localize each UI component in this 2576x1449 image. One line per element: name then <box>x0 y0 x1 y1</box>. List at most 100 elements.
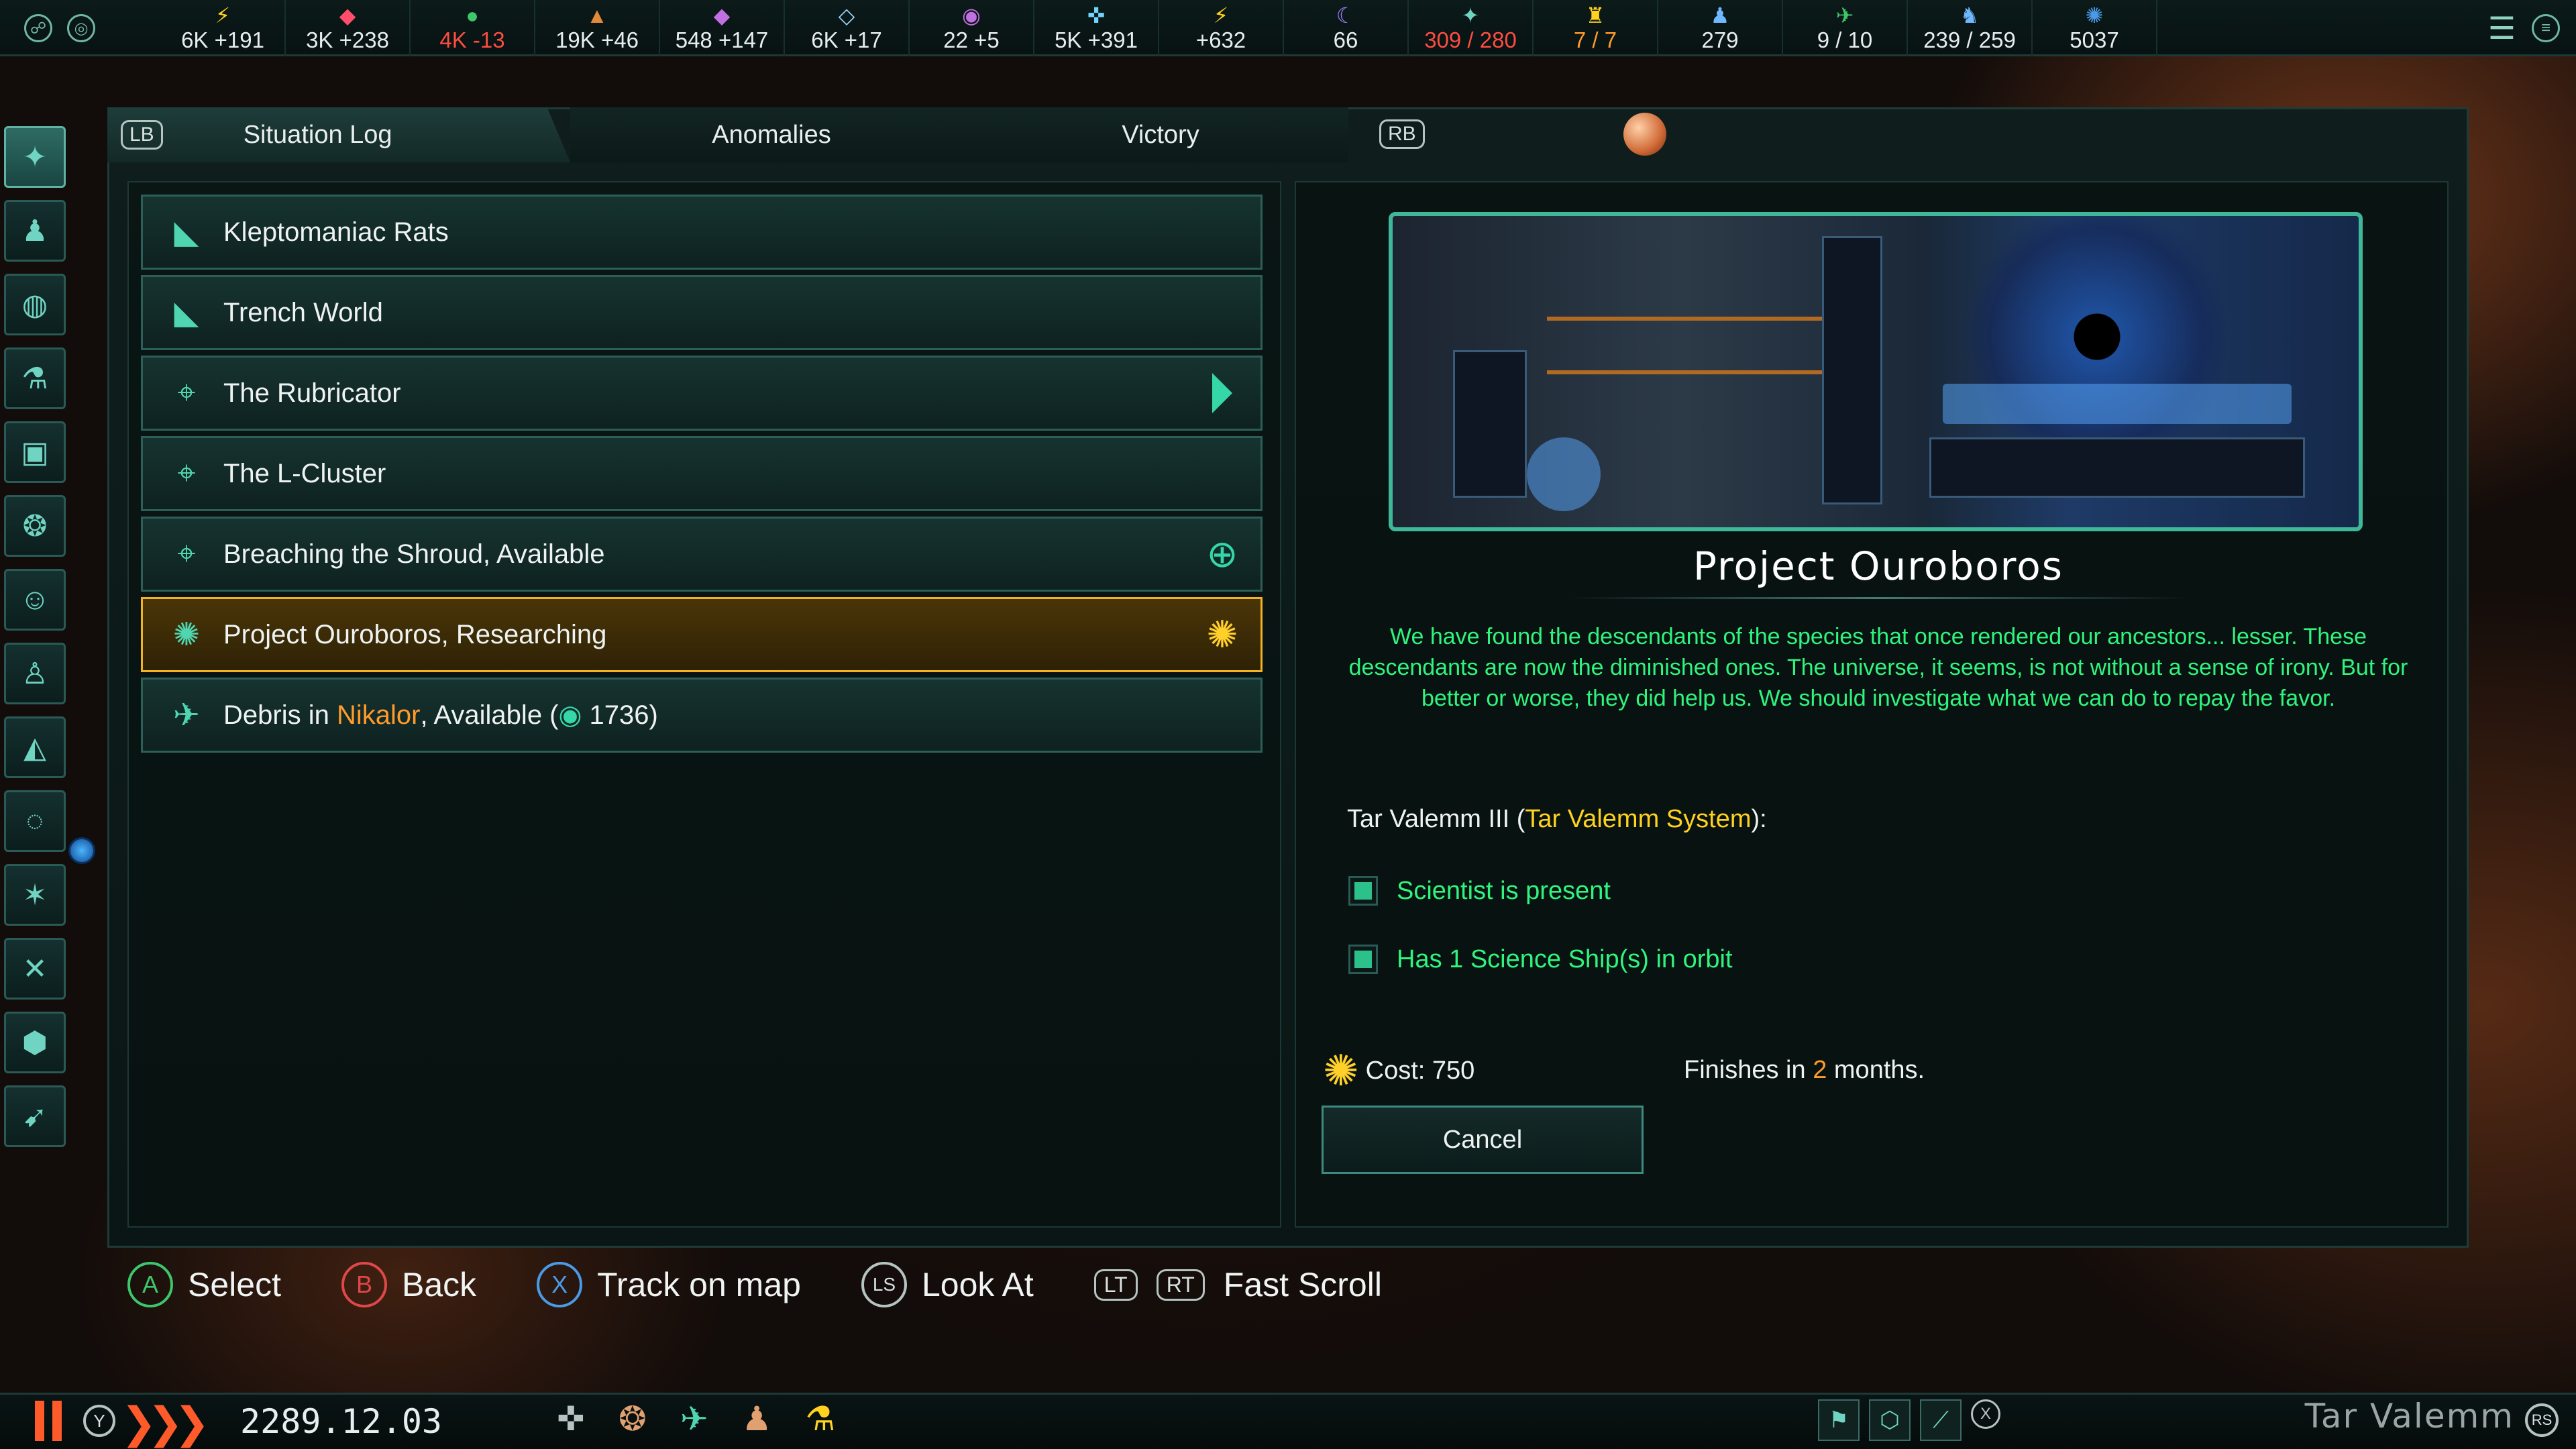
rt-badge: RT <box>1156 1269 1205 1301</box>
project-location: Tar Valemm III (Tar Valemm System): <box>1347 805 1767 834</box>
contacts-icon[interactable]: ☍ <box>24 14 52 42</box>
resource-colonies[interactable]: ♞ 239 / 259 <box>1908 0 2033 56</box>
species-icon[interactable]: ❂ <box>4 495 66 557</box>
government-icon[interactable]: ♟ <box>4 200 66 262</box>
hint-track-on-map[interactable]: X Track on map <box>537 1262 801 1307</box>
federations-icon[interactable]: ⬢ <box>4 1012 66 1073</box>
requirement-text: Scientist is present <box>1397 876 1611 905</box>
controller-hints: A Select B Back X Track on map LS Look At LT RT Fa… <box>127 1256 1442 1313</box>
research-gear-icon: ✺ <box>1206 613 1238 655</box>
resource-starbase-capacity[interactable]: ♜ 7 / 7 <box>1534 0 1658 56</box>
policies-icon[interactable]: ☺ <box>4 569 66 631</box>
resource-consumer-goods[interactable]: ▲ 19K +46 <box>535 0 660 56</box>
edict-icon[interactable]: ❂ <box>619 1399 647 1438</box>
finish-time: Finishes in 2 months. <box>1684 1056 1925 1085</box>
bottom-shortcuts: ✜ ❂ ✈ ♟ ⚗ <box>557 1399 835 1438</box>
resource-stability[interactable]: ☾ 66 <box>1284 0 1409 56</box>
resource-value: 6K +17 <box>811 28 882 52</box>
situation-title: The Rubricator <box>223 378 401 408</box>
location-paren-open: ( <box>1516 805 1525 833</box>
research-flask-icon[interactable]: ⚗ <box>806 1399 836 1438</box>
leader-icon[interactable]: ♟ <box>742 1399 772 1438</box>
hex-view-icon[interactable]: ⬡ <box>1869 1399 1911 1441</box>
traditions-icon[interactable]: ◭ <box>4 716 66 778</box>
finish-suffix: months. <box>1827 1056 1925 1084</box>
fleet-icon[interactable]: ➹ <box>4 1085 66 1147</box>
resource-amenities[interactable]: ⚡ +632 <box>1159 0 1284 56</box>
outliner-sidebar: ✦ ♟ ◍ ⚗ ▣ ❂ ☺ ♙ ◭ ◌ ✶ ✕ ⬢ ➹ <box>4 126 71 1159</box>
technology-icon[interactable]: ⚗ <box>4 347 66 409</box>
notification-dot[interactable] <box>68 837 95 864</box>
system-name-link[interactable]: Nikalor <box>337 700 420 731</box>
consumer-goods-icon: ▲ <box>586 3 608 28</box>
wars-icon[interactable]: ✕ <box>4 938 66 1000</box>
game-date: 2289.12.03 <box>240 1402 443 1441</box>
main-menu-icon[interactable]: ≡ <box>2532 14 2560 42</box>
project-illustration <box>1389 212 2363 531</box>
list-menu-icon[interactable]: ☰ <box>2488 10 2516 46</box>
hint-label: Look At <box>921 1266 1034 1303</box>
resource-envoys[interactable]: ✈ 9 / 10 <box>1783 0 1908 56</box>
resource-energy[interactable]: ⚡ 6K +191 <box>161 0 286 56</box>
resource-naval-capacity[interactable]: ✦ 309 / 280 <box>1409 0 1534 56</box>
cancel-button[interactable]: Cancel <box>1322 1106 1644 1174</box>
pause-button[interactable] <box>35 1401 62 1441</box>
resource-value: 279 <box>1701 28 1739 52</box>
hint-look-at[interactable]: LS Look At <box>861 1262 1034 1307</box>
requirement-text: Has 1 Science Ship(s) in orbit <box>1397 945 1733 973</box>
situation-list-item[interactable]: ✈ Debris in Nikalor, Available (◉ 1736) <box>141 678 1263 753</box>
scene-pillar <box>1822 236 1882 504</box>
resource-value: 239 / 259 <box>1923 28 2016 52</box>
resource-population[interactable]: ♟ 279 <box>1658 0 1783 56</box>
project-description: We have found the descendants of the spe… <box>1348 624 2408 711</box>
alloys-icon: ◆ <box>713 3 731 28</box>
title-divider <box>1570 597 2187 599</box>
location-pin-icon: ⌖ <box>177 536 196 572</box>
settings-icon[interactable]: ◎ <box>67 14 95 42</box>
game-speed-indicator[interactable]: ❯❯❯ <box>121 1398 210 1448</box>
resource-influence[interactable]: ◇ 6K +17 <box>785 0 910 56</box>
map-mode-icon[interactable]: ⚑ <box>1818 1399 1860 1441</box>
situation-log-icon[interactable]: ✦ <box>4 126 66 188</box>
planets-icon[interactable]: ◍ <box>4 274 66 335</box>
top-left-controls: ☍ ◎ <box>0 0 161 56</box>
hyperlane-icon[interactable]: ⟋ <box>1920 1399 1962 1441</box>
resource-unity[interactable]: ◉ 22 +5 <box>910 0 1034 56</box>
situation-list-item[interactable]: ⌖ Breaching the Shroud, Available ⊕ <box>141 517 1263 592</box>
resource-value: 4K -13 <box>439 28 505 52</box>
resource-food[interactable]: ● 4K -13 <box>411 0 535 56</box>
resource-minerals[interactable]: ◆ 3K +238 <box>286 0 411 56</box>
hint-back[interactable]: B Back <box>341 1262 476 1307</box>
planet-icon[interactable] <box>1623 113 1666 156</box>
dpad-icon[interactable]: ✜ <box>557 1399 585 1438</box>
resource-empire-size[interactable]: ✺ 5037 <box>2033 0 2157 56</box>
situation-list-item[interactable]: ◣ Trench World <box>141 275 1263 350</box>
science-ship-icon[interactable]: ✈ <box>680 1399 708 1438</box>
scene-robot <box>1527 437 1601 511</box>
tab-anomalies[interactable]: Anomalies <box>570 107 973 162</box>
galaxy-map-icon[interactable]: ◌ <box>4 790 66 852</box>
situation-list-item[interactable]: ⌖ The L-Cluster <box>141 436 1263 511</box>
tab-anomalies-label: Anomalies <box>712 120 831 149</box>
resource-value: 22 +5 <box>943 28 1000 52</box>
situation-list-item[interactable]: ✺ Project Ouroboros, Researching ✺ <box>141 597 1263 672</box>
hint-select[interactable]: A Select <box>127 1262 281 1307</box>
a-button-badge: A <box>127 1262 173 1307</box>
resource-research[interactable]: ✜ 5K +391 <box>1034 0 1159 56</box>
location-system-link[interactable]: Tar Valemm System <box>1525 805 1751 833</box>
resource-value: 548 +147 <box>675 28 769 52</box>
resource-alloys[interactable]: ◆ 548 +147 <box>660 0 785 56</box>
leaders-icon[interactable]: ♙ <box>4 643 66 704</box>
tab-victory[interactable]: Victory <box>973 107 1348 162</box>
population-icon: ♟ <box>1710 3 1730 28</box>
situation-title: Kleptomaniac Rats <box>223 217 449 247</box>
situation-list-item[interactable]: ◣ Kleptomaniac Rats <box>141 195 1263 270</box>
stability-icon: ☾ <box>1336 3 1356 28</box>
tab-situation-log[interactable]: LB Situation Log <box>107 107 570 162</box>
resource-value: 3K +238 <box>306 28 389 52</box>
situation-list-item[interactable]: ⌖ The Rubricator <box>141 356 1263 431</box>
fleet-manager-icon[interactable]: ▣ <box>4 421 66 483</box>
hint-fast-scroll[interactable]: LT RT Fast Scroll <box>1093 1265 1382 1304</box>
minerals-icon: ◆ <box>339 3 356 28</box>
ascension-icon[interactable]: ✶ <box>4 864 66 926</box>
